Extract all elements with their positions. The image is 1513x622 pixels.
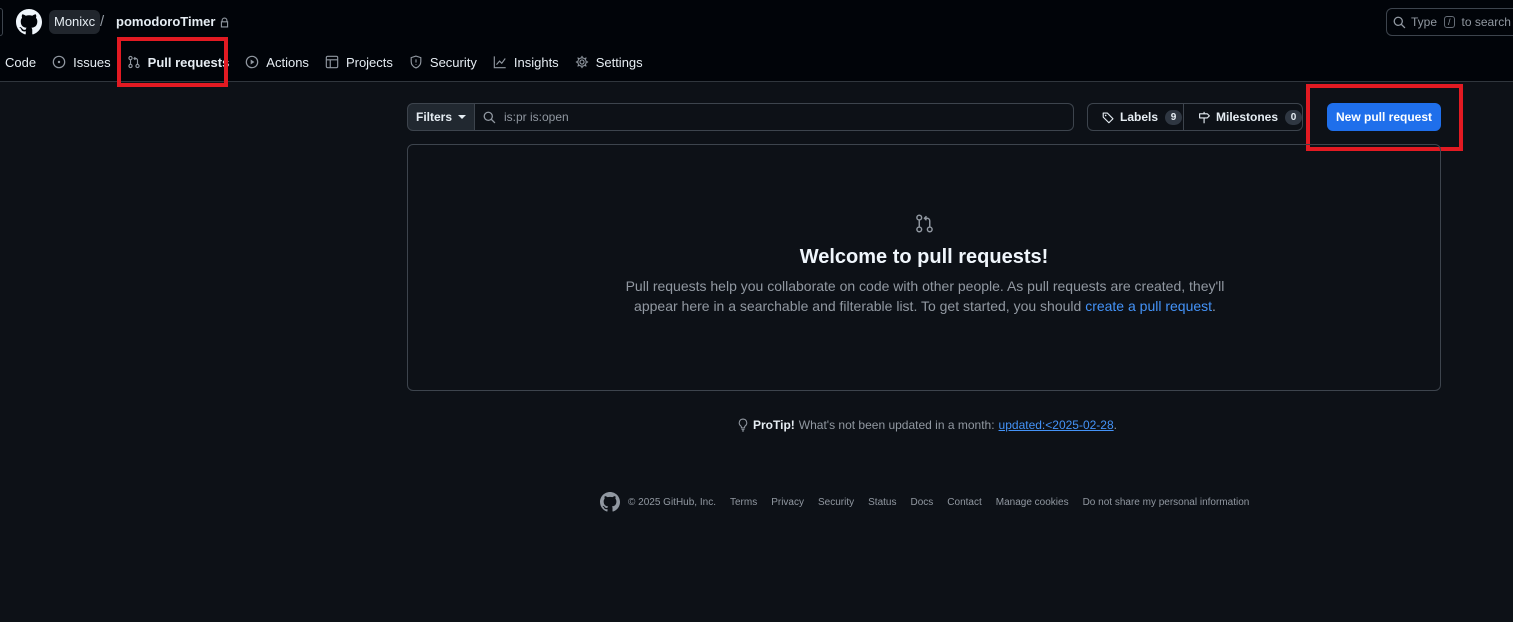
search-shortcut-key: / [1444,16,1455,28]
github-logo-icon[interactable] [600,492,620,512]
repo-name: pomodoroTimer [116,14,216,29]
filter-bar: Filters is:pr is:open [407,103,1074,131]
tab-issues[interactable]: Issues [44,46,119,78]
tab-actions[interactable]: Actions [237,46,317,78]
owner-link[interactable]: Monixc [49,10,101,34]
tab-label: Code [5,54,37,70]
blankslate-line-2-end: . [1212,298,1216,314]
issue-opened-icon [52,55,66,69]
github-logo-icon[interactable] [16,9,42,35]
milestones-label: Milestones [1215,110,1278,124]
tab-insights[interactable]: Insights [485,46,567,78]
footer-link-docs[interactable]: Docs [910,497,933,508]
repo-link[interactable]: pomodoroTimer [116,10,230,34]
filters-label: Filters [415,110,452,124]
repo-tabs: Code Issues Pull requests Actions Projec… [0,46,651,78]
milestone-icon [1199,111,1210,123]
tab-label: Insights [513,54,559,70]
site-footer: © 2025 GitHub, Inc. Terms Privacy Securi… [600,492,1249,512]
footer-link-contact[interactable]: Contact [947,497,981,508]
footer-link-status[interactable]: Status [868,497,896,508]
highlight-pull-requests-tab [117,37,228,87]
protip-suffix: . [1113,418,1117,432]
highlight-new-pull-request-button [1306,84,1463,151]
git-pull-request-icon [916,214,933,233]
tab-label: Issues [73,54,111,70]
footer-link-do-not-share[interactable]: Do not share my personal information [1083,497,1250,508]
labels-count: 9 [1165,109,1183,125]
tag-icon [1102,111,1114,123]
protip-query-link[interactable]: updated:<2025-02-28 [999,418,1114,432]
table-icon [325,55,339,69]
play-icon [245,55,259,69]
blankslate-title: Welcome to pull requests! [799,246,1049,268]
filter-input[interactable]: is:pr is:open [475,103,1074,131]
tab-security[interactable]: Security [401,46,485,78]
blankslate-description: Pull requests help you collaborate on co… [608,276,1242,316]
shield-icon [410,55,422,69]
search-prefix: Type [1411,15,1438,29]
search-icon [1393,16,1406,28]
graph-icon [493,56,506,69]
tab-label: Actions [266,54,309,70]
tab-label: Security [429,54,477,70]
blankslate-line-1: Pull requests help you collaborate on co… [625,278,1225,294]
search-suffix: to search [1461,15,1511,29]
filter-value: is:pr is:open [504,110,569,124]
labels-milestones-group: Labels 9 Milestones 0 [1087,103,1303,131]
light-bulb-icon [738,418,748,432]
filters-dropdown-button[interactable]: Filters [407,103,475,131]
tab-label: Projects [345,54,393,70]
labels-button[interactable]: Labels 9 [1088,104,1184,130]
caret-down-icon [458,115,466,119]
blankslate: Welcome to pull requests! Pull requests … [407,144,1441,391]
footer-link-manage-cookies[interactable]: Manage cookies [996,497,1069,508]
breadcrumb-separator: / [100,13,105,30]
footer-copyright: © 2025 GitHub, Inc. [628,496,716,508]
tab-settings[interactable]: Settings [567,46,651,78]
lock-icon [221,16,229,28]
protip-text: What's not been updated in a month: [798,418,995,432]
protip: ProTip! What's not been updated in a mon… [737,418,1117,432]
create-pull-request-link[interactable]: create a pull request [1085,298,1212,314]
milestones-button[interactable]: Milestones 0 [1184,104,1302,130]
tab-label: Settings [595,54,643,70]
global-search-button[interactable]: Type / to search [1386,8,1513,36]
footer-link-privacy[interactable]: Privacy [771,497,804,508]
footer-link-security[interactable]: Security [818,497,854,508]
search-icon [483,111,496,123]
footer-link-terms[interactable]: Terms [730,497,757,508]
protip-label: ProTip! [753,418,795,432]
gear-icon [575,55,588,69]
tab-projects[interactable]: Projects [317,46,401,78]
milestones-count: 0 [1285,109,1302,125]
sidebar-toggle-button[interactable] [0,8,3,36]
labels-label: Labels [1120,110,1159,124]
blankslate-line-2: appear here in a searchable and filterab… [634,298,1086,314]
tab-code[interactable]: Code [0,46,44,78]
